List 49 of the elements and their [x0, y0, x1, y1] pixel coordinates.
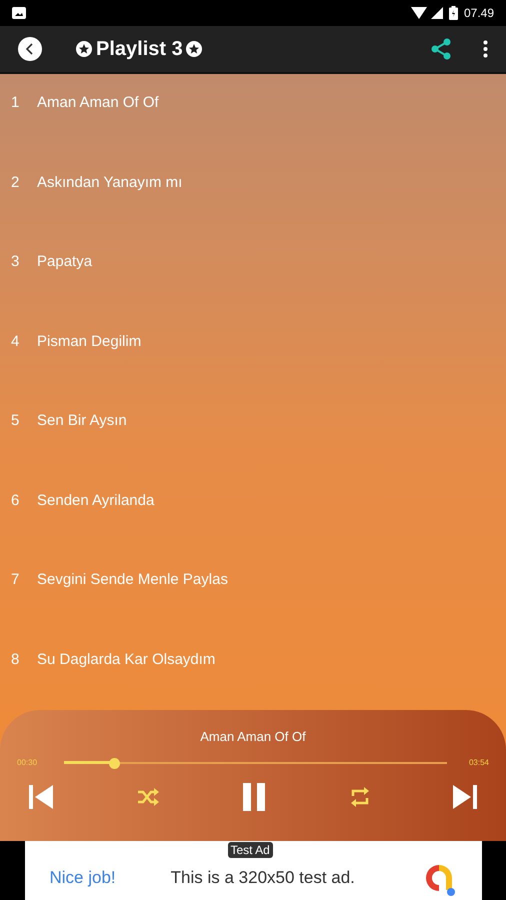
track-row[interactable]: 8 Su Daglarda Kar Olsaydım	[0, 630, 506, 710]
star-badge-icon	[186, 41, 202, 57]
track-number: 8	[11, 650, 20, 670]
track-row[interactable]: 2 Askından Yanayım mı	[0, 154, 506, 233]
elapsed-time: 00:30	[17, 756, 38, 768]
track-row[interactable]: 7 Sevgini Sende Menle Paylas	[0, 551, 506, 630]
ad-text: This is a 320x50 test ad.	[170, 867, 355, 890]
skip-next-icon[interactable]	[452, 784, 478, 810]
track-row[interactable]: 3 Papatya	[0, 233, 506, 312]
track-number: 7	[11, 570, 20, 590]
track-number: 5	[11, 411, 20, 431]
track-title: Aman Aman Of Of	[37, 93, 159, 113]
pause-icon[interactable]	[241, 782, 267, 812]
share-icon[interactable]	[431, 38, 451, 60]
battery-icon	[448, 6, 458, 20]
shuffle-icon[interactable]	[136, 788, 158, 806]
seek-slider[interactable]	[64, 758, 447, 768]
track-row[interactable]: 6 Senden Ayrilanda	[0, 472, 506, 551]
playlist-title: Playlist 3	[96, 37, 183, 62]
star-badge-icon	[76, 41, 92, 57]
track-row[interactable]: 4 Pisman Degilim	[0, 312, 506, 392]
duration-time: 03:54	[468, 756, 489, 768]
ad-headline: Nice job!	[50, 867, 116, 890]
track-title: Su Daglarda Kar Olsaydım	[37, 650, 216, 670]
track-number: 4	[11, 332, 20, 352]
track-number: 6	[11, 490, 20, 510]
back-button[interactable]	[18, 37, 42, 61]
track-title: Papatya	[37, 252, 92, 272]
ad-badge: Test Ad	[228, 842, 273, 858]
track-row[interactable]: 5 Sen Bir Aysın	[0, 392, 506, 472]
chevron-left-icon	[25, 43, 35, 55]
track-title: Pisman Degilim	[37, 332, 142, 352]
track-title: Senden Ayrilanda	[37, 490, 154, 510]
track-number: 1	[11, 93, 20, 113]
track-row[interactable]: 1 Aman Aman Of Of	[0, 74, 506, 154]
more-options-icon[interactable]	[483, 40, 488, 58]
wifi-icon	[410, 7, 427, 19]
repeat-icon[interactable]	[350, 786, 370, 808]
now-playing-title: Aman Aman Of Of	[200, 728, 306, 746]
gallery-icon	[12, 7, 26, 19]
track-title: Sevgini Sende Menle Paylas	[37, 570, 228, 590]
signal-icon	[430, 7, 443, 19]
skip-previous-icon[interactable]	[28, 784, 54, 810]
ad-banner[interactable]: Test Ad Nice job! This is a 320x50 test ad.	[24, 841, 482, 900]
track-number: 2	[11, 172, 20, 192]
track-title: Sen Bir Aysın	[37, 411, 127, 431]
track-number: 3	[11, 252, 20, 272]
status-time: 07.49	[464, 5, 494, 22]
track-title: Askından Yanayım mı	[37, 172, 182, 192]
